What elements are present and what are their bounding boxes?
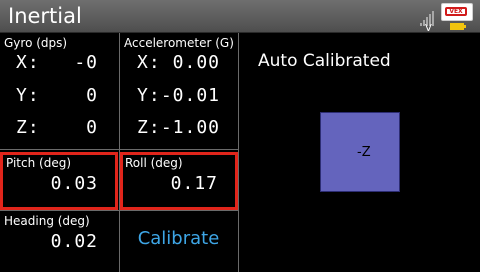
roll-value: 0.17 — [170, 173, 218, 194]
vex-logo-icon: VEX — [441, 3, 473, 21]
divider — [238, 33, 239, 272]
gyro-z-axis: Z: — [16, 117, 40, 138]
accel-x-axis: X: — [137, 52, 161, 73]
accel-z-value: -1.00 — [160, 117, 220, 138]
accel-x-value: 0.00 — [172, 52, 220, 73]
gyro-x-axis: X: — [16, 52, 40, 73]
title-bar: Inertial V VEX — [0, 0, 480, 34]
divider — [0, 210, 239, 211]
gyro-y-value: 0 — [86, 85, 98, 106]
pitch-label: Pitch (deg) — [6, 156, 72, 170]
pitch-highlight[interactable]: Pitch (deg) 0.03 — [0, 152, 118, 210]
gyro-z-value: 0 — [86, 117, 98, 138]
roll-label: Roll (deg) — [125, 156, 183, 170]
divider — [0, 149, 239, 150]
heading-label: Heading (deg) — [4, 214, 90, 228]
pitch-value: 0.03 — [50, 173, 98, 194]
orientation-cube: -Z — [320, 112, 400, 192]
accel-y-value: -0.01 — [160, 85, 220, 106]
accel-y-axis: Y: — [137, 85, 161, 106]
gyro-label: Gyro (dps) — [4, 36, 68, 50]
gyro-x-value: -0 — [74, 52, 98, 73]
heading-value: 0.02 — [50, 231, 98, 252]
calibrate-button[interactable]: Calibrate — [120, 228, 237, 249]
accelerometer-label: Accelerometer (G) — [124, 36, 234, 50]
battery-icon — [450, 23, 464, 30]
page-title: Inertial — [8, 4, 82, 28]
calibration-status: Auto Calibrated — [258, 51, 391, 71]
orientation-face-label: -Z — [357, 145, 371, 160]
roll-highlight[interactable]: Roll (deg) 0.17 — [120, 152, 238, 210]
accel-z-axis: Z: — [137, 117, 161, 138]
gyro-y-axis: Y: — [16, 85, 40, 106]
signal-bars-icon: V — [420, 6, 436, 34]
signal-label: V — [425, 23, 432, 34]
